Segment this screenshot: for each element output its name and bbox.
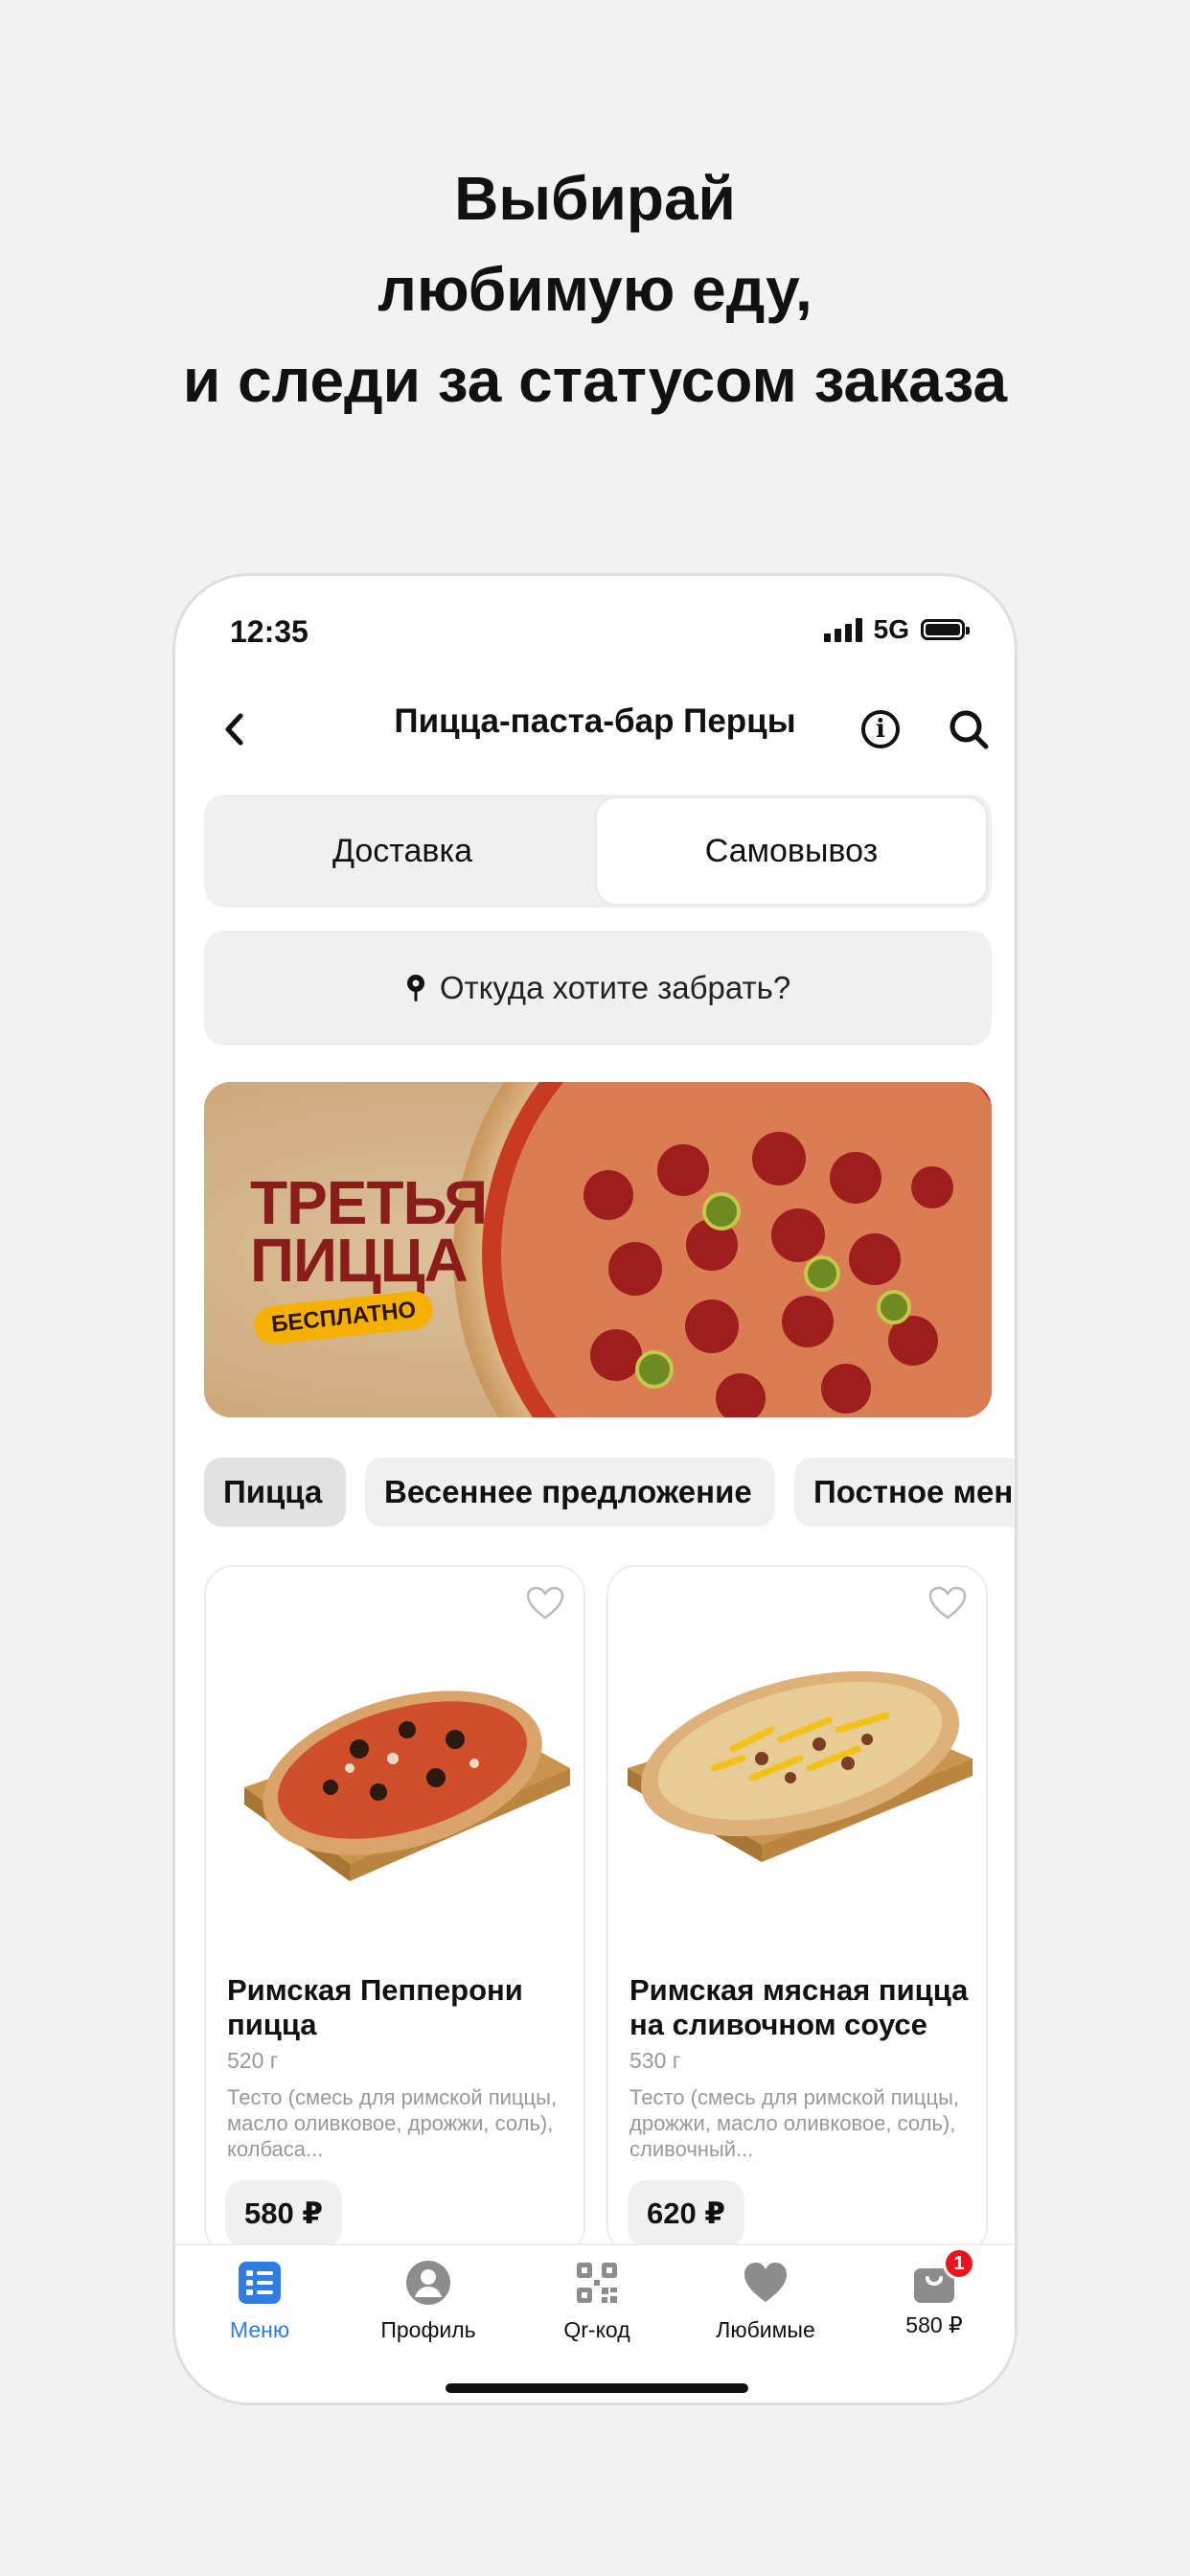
info-button[interactable]: i bbox=[861, 710, 900, 748]
product-name: Римская Пепперони пицца bbox=[227, 1973, 523, 2041]
top-bar: Пицца-паста-бар Перцы i bbox=[175, 681, 1015, 777]
tab-menu[interactable]: Меню bbox=[175, 2259, 344, 2343]
pickup-tab[interactable]: Самовывоз bbox=[597, 798, 986, 904]
info-icon: i bbox=[876, 715, 885, 744]
product-weight: 520 г bbox=[227, 2048, 279, 2073]
headline-line-1: Выбирай bbox=[454, 164, 736, 233]
home-indicator bbox=[446, 2383, 748, 2393]
tab-qr-label: Qr-код bbox=[563, 2317, 630, 2342]
product-description: Тесто (смесь для римской пиццы, дрожжи, … bbox=[629, 2085, 960, 2161]
qr-icon bbox=[577, 2263, 617, 2303]
promo-headline: Выбирай любимую еду, и следи за статусом… bbox=[0, 153, 1190, 426]
status-time: 12:35 bbox=[230, 614, 309, 649]
delivery-tab[interactable]: Доставка bbox=[208, 798, 597, 904]
chip-lenten-menu[interactable]: Постное мен bbox=[794, 1458, 1015, 1527]
headline-line-2: любимую еду, bbox=[378, 255, 812, 324]
delivery-mode-switch: Доставка Самовывоз bbox=[204, 794, 992, 908]
tab-qr[interactable]: Qr-код bbox=[513, 2259, 681, 2343]
headline-line-3: и следи за статусом заказа bbox=[182, 346, 1008, 415]
bottom-tab-bar: Меню Профиль Qr-код Любимые 1 580 ₽ bbox=[175, 2243, 1015, 2403]
search-icon[interactable] bbox=[948, 708, 990, 750]
chip-spring-offer[interactable]: Весеннее предложение bbox=[365, 1458, 775, 1527]
product-name: Римская мясная пицца на сливочном соусе bbox=[629, 1973, 969, 2041]
cart-icon-wrap: 1 bbox=[910, 2247, 975, 2307]
product-description: Тесто (смесь для римской пиццы, масло ол… bbox=[227, 2085, 558, 2161]
product-image bbox=[244, 1690, 570, 1881]
tab-profile-label: Профиль bbox=[380, 2317, 476, 2342]
favorite-heart-icon[interactable] bbox=[526, 1586, 564, 1621]
profile-icon bbox=[406, 2261, 450, 2305]
banner-line-1: ТРЕТЬЯ bbox=[250, 1168, 488, 1237]
status-icons: 5G bbox=[823, 614, 970, 645]
chip-pizza[interactable]: Пицца bbox=[204, 1458, 346, 1527]
tab-favorites[interactable]: Любимые bbox=[681, 2259, 850, 2343]
location-pin-icon bbox=[406, 975, 424, 1001]
pickup-location-button[interactable]: Откуда хотите забрать? bbox=[204, 931, 992, 1046]
tab-cart-label: 580 ₽ bbox=[905, 2312, 963, 2337]
product-image bbox=[628, 1670, 973, 1862]
network-type: 5G bbox=[873, 614, 909, 644]
phone-frame: 12:35 5G Пицца-паста-бар Перцы i Доставк… bbox=[172, 573, 1018, 2405]
cart-count-badge: 1 bbox=[943, 2247, 975, 2280]
tab-cart[interactable]: 1 580 ₽ bbox=[850, 2247, 1015, 2338]
heart-icon bbox=[744, 2263, 787, 2302]
banner-title: ТРЕТЬЯ ПИЦЦА bbox=[250, 1168, 488, 1295]
tab-menu-label: Меню bbox=[229, 2317, 290, 2342]
tab-favorites-label: Любимые bbox=[716, 2317, 815, 2342]
product-weight: 530 г bbox=[629, 2048, 681, 2073]
battery-icon bbox=[921, 619, 970, 640]
tab-profile[interactable]: Профиль bbox=[344, 2259, 513, 2343]
product-price-button[interactable]: 580 ₽ bbox=[225, 2180, 342, 2247]
promo-banner[interactable]: ТРЕТЬЯ ПИЦЦА БЕСПЛАТНО bbox=[204, 1082, 992, 1417]
product-price-button[interactable]: 620 ₽ bbox=[628, 2180, 744, 2247]
product-card[interactable]: Римская мясная пицца на сливочном соусе … bbox=[606, 1565, 988, 2255]
banner-line-2: ПИЦЦА bbox=[250, 1226, 469, 1295]
product-card[interactable]: Римская Пепперони пицца 520 г Тесто (сме… bbox=[204, 1565, 585, 2255]
pickup-prompt: Откуда хотите забрать? bbox=[439, 970, 791, 1005]
menu-icon bbox=[239, 2262, 281, 2304]
favorite-heart-icon[interactable] bbox=[928, 1586, 967, 1621]
signal-icon bbox=[823, 617, 862, 642]
